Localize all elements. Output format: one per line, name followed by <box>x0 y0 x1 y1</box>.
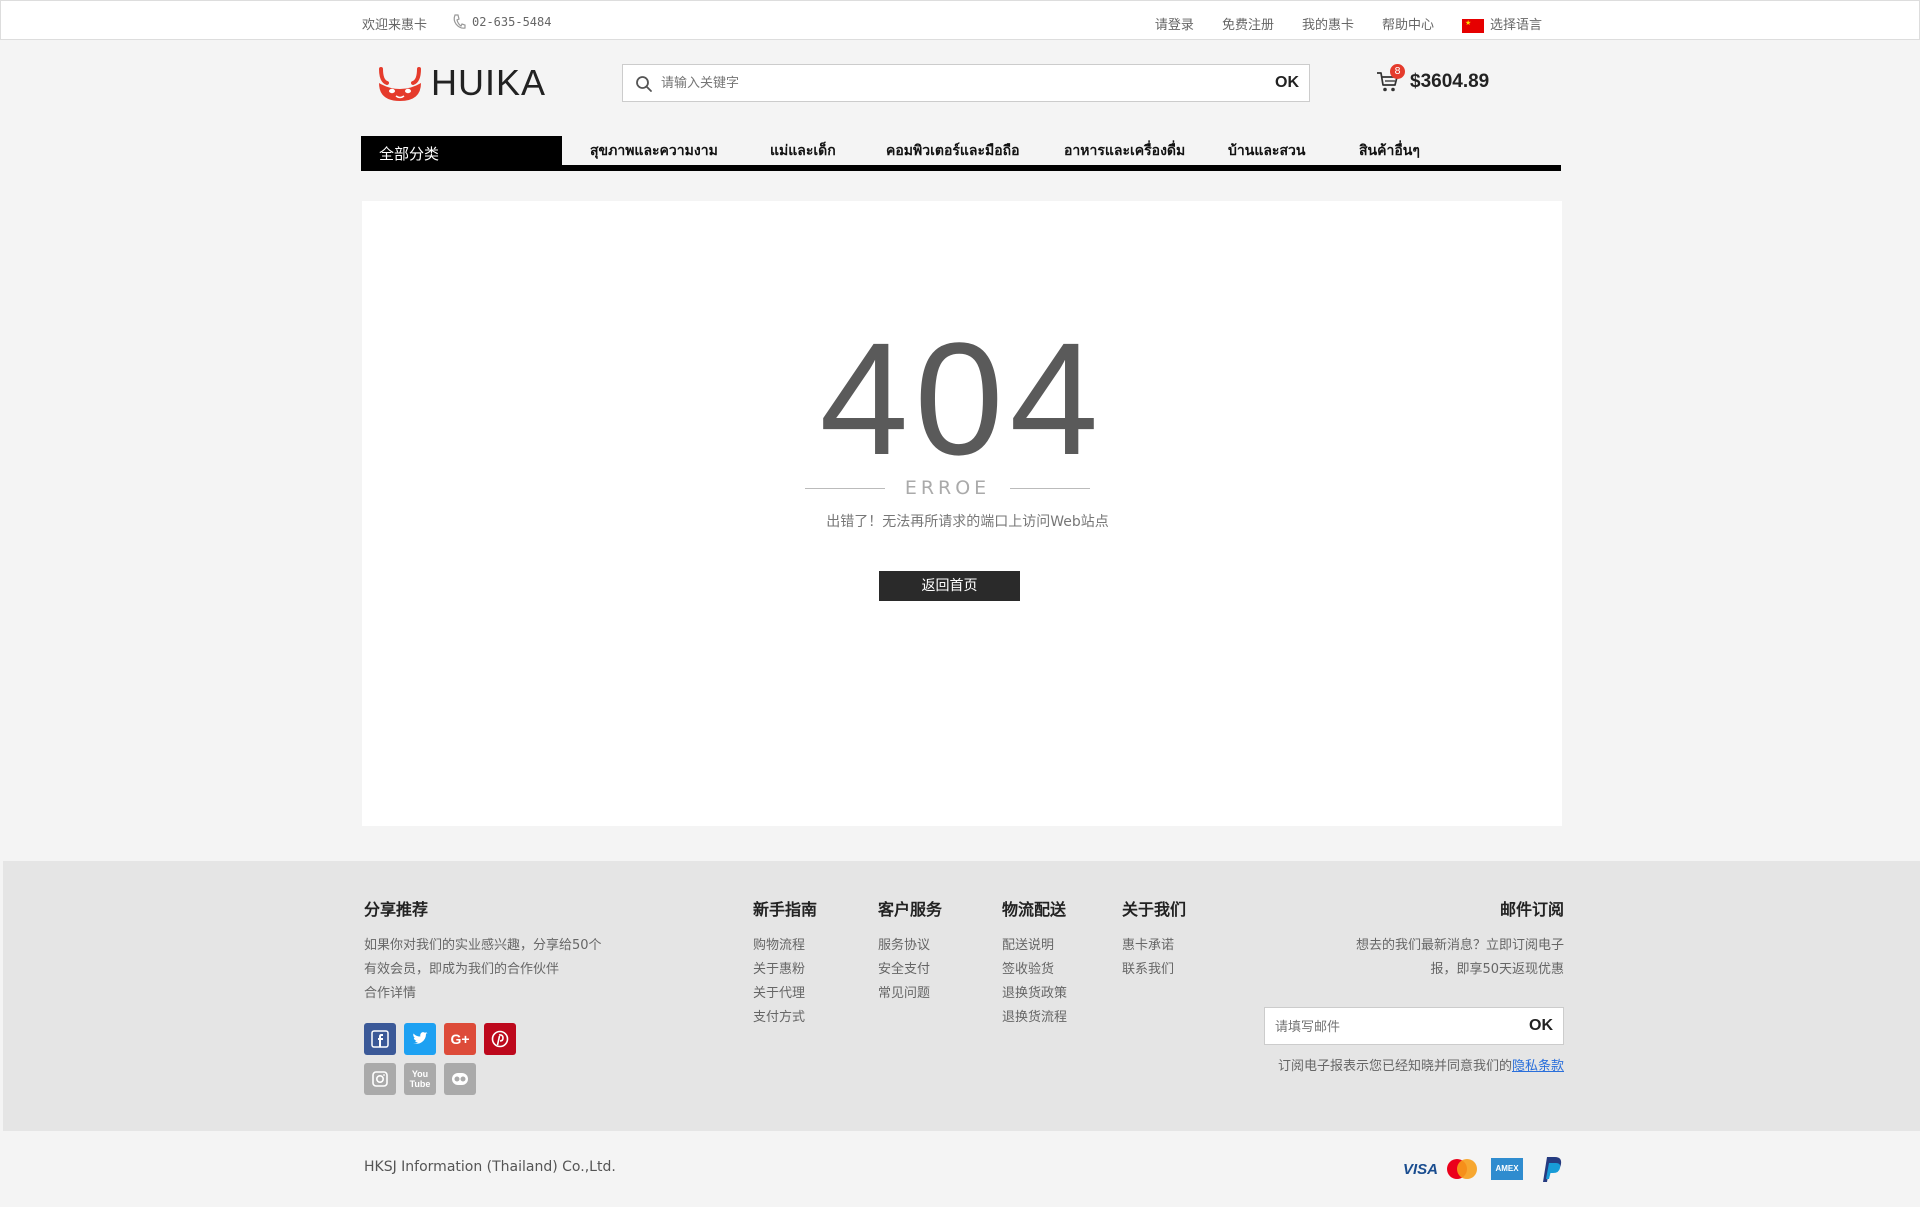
site-logo[interactable]: HUIKA <box>377 62 547 104</box>
top-links: 请登录 免费注册 我的惠卡 帮助中心 选择语言 <box>1155 14 1542 33</box>
facebook-icon[interactable] <box>364 1023 396 1055</box>
logistics-title: 物流配送 <box>1002 900 1067 919</box>
search-input[interactable] <box>661 71 1241 95</box>
language-label: 选择语言 <box>1489 18 1542 33</box>
logistics-link[interactable]: 签收验货 <box>1002 958 1067 982</box>
logistics-link[interactable]: 退换货政策 <box>1002 982 1067 1006</box>
nav-item-other[interactable]: สินค้าอื่นๆ <box>1359 140 1420 162</box>
bottom-bar: HKSJ Information (Thailand) Co.,Ltd. VIS… <box>3 1131 1920 1207</box>
guide-link[interactable]: 关于惠粉 <box>753 958 805 982</box>
china-flag-icon <box>1461 18 1484 33</box>
service-title: 客户服务 <box>878 900 943 919</box>
about-title: 关于我们 <box>1122 900 1187 919</box>
login-link[interactable]: 请登录 <box>1155 14 1194 33</box>
subscribe-form: OK <box>1264 1007 1564 1045</box>
google-plus-icon[interactable]: G+ <box>444 1023 476 1055</box>
service-link[interactable]: 服务协议 <box>878 934 930 958</box>
subscribe-line-2: 报，即享50天返现优惠 <box>1430 962 1564 977</box>
subscribe-note-text: 订阅电子报表示您已经知晓并同意我们的 <box>1277 1059 1512 1074</box>
subscribe-line-1: 想去的我们最新消息？立即订阅电子 <box>1355 938 1564 953</box>
share-title: 分享推荐 <box>364 900 429 919</box>
cart-total: $3604.89 <box>1410 71 1490 92</box>
guide-link[interactable]: 购物流程 <box>753 934 805 958</box>
phone-info: 02-635-5484 <box>452 14 551 30</box>
back-home-button[interactable]: 返回首页 <box>879 571 1020 601</box>
amex-icon: AMEX <box>1491 1158 1523 1180</box>
about-link[interactable]: 惠卡承诺 <box>1122 934 1174 958</box>
error-message: 出错了！无法再所请求的端口上访问Web站点 <box>826 514 1109 530</box>
email-field[interactable] <box>1275 1016 1505 1038</box>
devil-mascot-icon <box>379 67 421 101</box>
share-line-1: 如果你对我们的实业感兴趣，分享给50个 <box>364 938 602 953</box>
instagram-icon[interactable] <box>364 1063 396 1095</box>
guide-link[interactable]: 支付方式 <box>753 1006 805 1030</box>
logistics-links: 配送说明 签收验货 退换货政策 退换货流程 <box>1002 934 1067 1030</box>
nav-item-mother-baby[interactable]: แม่และเด็ก <box>770 140 836 162</box>
nav-item-computers-mobile[interactable]: คอมพิวเตอร์และมือถือ <box>886 140 1020 162</box>
guide-link[interactable]: 关于代理 <box>753 982 805 1006</box>
share-description: 如果你对我们的实业感兴趣，分享给50个 有效会员，即成为我们的合作伙伴 合作详情 <box>364 934 602 1006</box>
search-button[interactable]: OK <box>1275 74 1299 92</box>
error-label-group: ERROE <box>805 477 1090 501</box>
subscribe-description: 想去的我们最新消息？立即订阅电子 报，即享50天返现优惠 <box>1264 934 1564 982</box>
subscribe-note: 订阅电子报表示您已经知晓并同意我们的隐私条款 <box>1264 1055 1564 1079</box>
subscribe-button[interactable]: OK <box>1529 1017 1553 1035</box>
mastercard-icon <box>1447 1159 1477 1179</box>
about-links: 惠卡承诺 联系我们 <box>1122 934 1174 982</box>
guide-links: 购物流程 关于惠粉 关于代理 支付方式 <box>753 934 805 1030</box>
paypal-icon <box>1543 1157 1562 1182</box>
cart[interactable]: 8 $3604.89 <box>1376 64 1490 94</box>
nav-item-home-garden[interactable]: บ้านและสวน <box>1228 140 1305 162</box>
cart-count-badge: 8 <box>1390 64 1405 79</box>
visa-icon: VISA <box>1403 1160 1439 1178</box>
error-code: 404 <box>819 309 1105 488</box>
error-panel: 404 ERROE 出错了！无法再所请求的端口上访问Web站点 返回首页 <box>362 201 1562 826</box>
phone-icon <box>453 14 466 29</box>
all-categories-button[interactable]: 全部分类 <box>361 136 562 169</box>
share-line-2: 有效会员，即成为我们的合作伙伴 <box>364 962 560 977</box>
my-account-link[interactable]: 我的惠卡 <box>1302 14 1354 33</box>
service-link[interactable]: 安全支付 <box>878 958 930 982</box>
logistics-link[interactable]: 退换货流程 <box>1002 1006 1067 1030</box>
logistics-link[interactable]: 配送说明 <box>1002 934 1067 958</box>
divider-right <box>1010 488 1090 489</box>
nav-item-food-drinks[interactable]: อาหารและเครื่องดื่ม <box>1064 140 1185 162</box>
payment-methods: VISA AMEX <box>1403 1154 1565 1184</box>
social-row-1: G+ <box>364 1023 516 1055</box>
footer: 分享推荐 如果你对我们的实业感兴趣，分享给50个 有效会员，即成为我们的合作伙伴… <box>3 861 1920 1131</box>
search-icon <box>636 76 652 92</box>
help-center-link[interactable]: 帮助中心 <box>1382 14 1434 33</box>
about-link[interactable]: 联系我们 <box>1122 958 1174 982</box>
social-row-2: You Tube <box>364 1063 476 1095</box>
phone-number: 02-635-5484 <box>472 15 552 29</box>
youtube-icon[interactable]: You Tube <box>404 1063 436 1095</box>
privacy-link[interactable]: 隐私条款 <box>1512 1059 1564 1074</box>
search-bar: OK <box>622 64 1310 102</box>
pinterest-icon[interactable] <box>484 1023 516 1055</box>
language-selector[interactable]: 选择语言 <box>1461 14 1542 33</box>
nav-item-health-beauty[interactable]: สุขภาพและความงาม <box>590 140 718 162</box>
service-link[interactable]: 常见问题 <box>878 982 930 1006</box>
welcome-text: 欢迎来惠卡 <box>362 18 428 33</box>
cart-icon-wrap: 8 <box>1376 64 1405 94</box>
company-name: HKSJ Information (Thailand) Co.,Ltd. <box>364 1159 616 1175</box>
register-link[interactable]: 免费注册 <box>1222 14 1274 33</box>
top-bar: 欢迎来惠卡 02-635-5484 请登录 免费注册 我的惠卡 帮助中心 选择语… <box>0 0 1920 40</box>
subscribe-title: 邮件订阅 <box>1499 900 1564 919</box>
logo-text: HUIKA <box>431 62 547 103</box>
guide-title: 新手指南 <box>753 900 818 919</box>
flickr-icon[interactable] <box>444 1063 476 1095</box>
twitter-icon[interactable] <box>404 1023 436 1055</box>
service-links: 服务协议 安全支付 常见问题 <box>878 934 930 1006</box>
partnership-details-link[interactable]: 合作详情 <box>364 982 602 1006</box>
category-nav: 全部分类 สุขภาพและความงาม แม่และเด็ก คอมพิวเ… <box>361 136 1561 172</box>
